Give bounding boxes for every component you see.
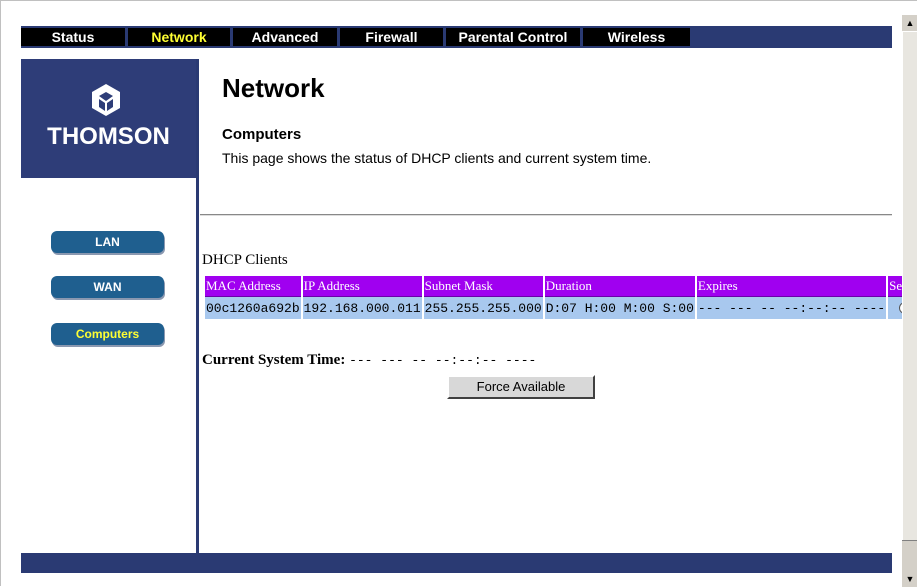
column-header: Duration bbox=[544, 276, 695, 297]
sidebar: THOMSON LAN WAN Computers bbox=[21, 59, 199, 553]
brand-logo: THOMSON bbox=[21, 59, 196, 178]
subnet-mask-cell: 255.255.255.000 bbox=[423, 297, 543, 319]
column-header: Subnet Mask bbox=[423, 276, 543, 297]
ip-address-cell: 192.168.000.011 bbox=[302, 297, 422, 319]
system-time-value: --- --- -- --:--:-- ---- bbox=[349, 353, 537, 368]
tab-firewall[interactable]: Firewall bbox=[340, 28, 446, 46]
current-system-time: Current System Time: --- --- -- --:--:--… bbox=[202, 352, 536, 369]
tab-advanced[interactable]: Advanced bbox=[233, 28, 340, 46]
tab-status[interactable]: Status bbox=[21, 28, 128, 46]
table-row: 00c1260a692b 192.168.000.011 255.255.255… bbox=[205, 297, 917, 319]
vertical-scrollbar[interactable]: ▲ ▼ bbox=[902, 15, 917, 587]
thomson-logo-icon bbox=[92, 84, 120, 116]
brand-name: THOMSON bbox=[47, 123, 170, 150]
main-content: Network Computers This page shows the st… bbox=[200, 59, 917, 553]
tab-network[interactable]: Network bbox=[128, 28, 233, 46]
tab-parental-control[interactable]: Parental Control bbox=[446, 28, 583, 46]
scroll-down-icon[interactable]: ▼ bbox=[902, 571, 917, 587]
scroll-up-icon[interactable]: ▲ bbox=[902, 15, 917, 31]
duration-cell: D:07 H:00 M:00 S:00 bbox=[544, 297, 695, 319]
table-header-row: MAC Address IP Address Subnet Mask Durat… bbox=[205, 276, 917, 297]
force-available-button[interactable]: Force Available bbox=[447, 375, 595, 399]
expires-cell: --- --- -- --:--:-- ---- bbox=[696, 297, 887, 319]
sidebar-item-lan[interactable]: LAN bbox=[51, 231, 164, 253]
browser-viewport: Status Network Advanced Firewall Parenta… bbox=[0, 0, 917, 587]
section-title: Computers bbox=[222, 126, 302, 143]
column-header: MAC Address bbox=[205, 276, 301, 297]
nav-tabs: Status Network Advanced Firewall Parenta… bbox=[21, 28, 693, 46]
sidebar-item-wan[interactable]: WAN bbox=[51, 276, 164, 298]
column-header: IP Address bbox=[302, 276, 422, 297]
sidebar-item-computers[interactable]: Computers bbox=[51, 323, 164, 345]
divider bbox=[200, 214, 892, 216]
dhcp-clients-table: MAC Address IP Address Subnet Mask Durat… bbox=[203, 276, 917, 319]
column-header: Expires bbox=[696, 276, 887, 297]
section-description: This page shows the status of DHCP clien… bbox=[222, 150, 652, 166]
top-nav-bar: Status Network Advanced Firewall Parenta… bbox=[21, 26, 892, 48]
bottom-bar bbox=[21, 553, 892, 573]
mac-address-cell: 00c1260a692b bbox=[205, 297, 301, 319]
dhcp-clients-label: DHCP Clients bbox=[202, 252, 288, 268]
page-title: Network bbox=[222, 73, 325, 103]
scrollbar-thumb[interactable] bbox=[902, 31, 917, 541]
tab-wireless[interactable]: Wireless bbox=[583, 28, 693, 46]
system-time-label: Current System Time: bbox=[202, 352, 346, 368]
